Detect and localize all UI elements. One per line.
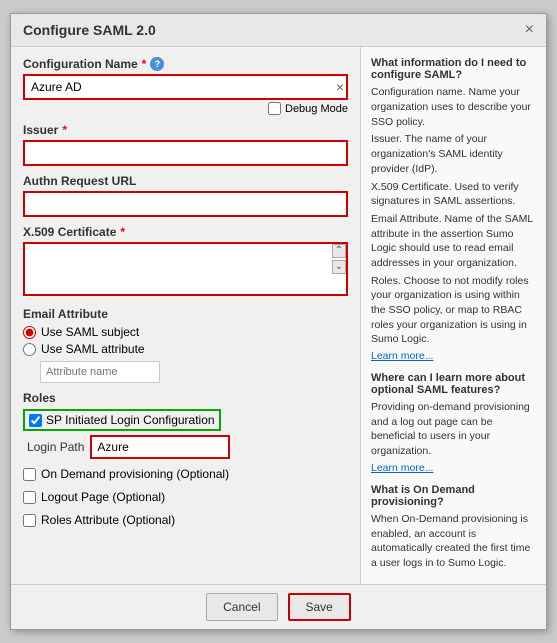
right-panel: What information do I need to configure …	[361, 47, 546, 583]
roles-label: Roles	[23, 391, 348, 405]
issuer-group: Issuer *	[23, 123, 348, 166]
sp-login-label: SP Initiated Login Configuration	[46, 413, 215, 427]
dialog-header: Configure SAML 2.0 ×	[11, 14, 546, 47]
info-icon[interactable]: ?	[150, 57, 164, 71]
clear-config-name-button[interactable]: ×	[336, 79, 344, 95]
config-name-label: Configuration Name * ?	[23, 57, 348, 71]
roles-attr-row: Roles Attribute (Optional)	[23, 513, 348, 527]
roles-section: Roles SP Initiated Login Configuration L…	[23, 391, 348, 459]
dialog-title: Configure SAML 2.0	[23, 22, 156, 38]
x509-cert-group: X.509 Certificate * ⌃ ⌄	[23, 225, 348, 299]
x509-help: X.509 Certificate. Used to verify signat…	[371, 180, 536, 209]
login-path-label: Login Path	[27, 440, 84, 454]
x509-textarea-wrapper: ⌃ ⌄	[23, 242, 348, 299]
logout-page-label: Logout Page (Optional)	[41, 490, 165, 504]
cancel-button[interactable]: Cancel	[206, 593, 277, 621]
required-indicator: *	[142, 57, 147, 71]
use-saml-attribute-radio[interactable]	[23, 343, 36, 356]
use-saml-subject-radio[interactable]	[23, 326, 36, 339]
roles-attr-label: Roles Attribute (Optional)	[41, 513, 175, 527]
on-demand-row: On Demand provisioning (Optional)	[23, 467, 348, 481]
login-path-row: Login Path	[27, 435, 348, 459]
issuer-help: Issuer. The name of your organization's …	[371, 132, 536, 176]
scroll-arrows: ⌃ ⌄	[332, 244, 346, 274]
required-indicator: *	[120, 225, 125, 239]
x509-cert-label: X.509 Certificate *	[23, 225, 348, 239]
scroll-down-arrow[interactable]: ⌄	[332, 260, 346, 274]
logout-page-checkbox[interactable]	[23, 491, 36, 504]
attribute-name-input[interactable]	[40, 361, 160, 383]
help-section1-title: What information do I need to configure …	[371, 57, 536, 81]
debug-mode-checkbox[interactable]	[268, 102, 281, 115]
authn-request-url-label: Authn Request URL	[23, 174, 348, 188]
learn-more-2-link[interactable]: Learn more...	[371, 462, 433, 474]
config-name-input[interactable]	[23, 74, 348, 100]
section2-text: Providing on-demand provisioning and a l…	[371, 400, 536, 459]
optional-checkboxes: On Demand provisioning (Optional) Logout…	[23, 467, 348, 531]
debug-mode-label: Debug Mode	[285, 103, 348, 115]
scroll-up-arrow[interactable]: ⌃	[332, 244, 346, 258]
issuer-label: Issuer *	[23, 123, 348, 137]
logout-page-row: Logout Page (Optional)	[23, 490, 348, 504]
required-indicator: *	[62, 123, 67, 137]
sp-login-checkbox[interactable]	[29, 414, 42, 427]
on-demand-label: On Demand provisioning (Optional)	[41, 467, 229, 481]
authn-request-url-input[interactable]	[23, 191, 348, 217]
configure-saml-dialog: Configure SAML 2.0 × Configuration Name …	[10, 13, 547, 629]
email-help: Email Attribute. Name of the SAML attrib…	[371, 212, 536, 271]
learn-more-1-link[interactable]: Learn more...	[371, 350, 433, 362]
sp-checkbox-wrapper: SP Initiated Login Configuration	[23, 409, 221, 431]
x509-cert-textarea[interactable]	[23, 242, 348, 296]
email-attr-label: Email Attribute	[23, 307, 348, 321]
help-section2-title: Where can I learn more about optional SA…	[371, 372, 536, 396]
config-name-help: Configuration name. Name your organizati…	[371, 85, 536, 129]
roles-help: Roles. Choose to not modify roles your o…	[371, 274, 536, 347]
config-name-group: Configuration Name * ? × Debug Mode	[23, 57, 348, 115]
dialog-body: Configuration Name * ? × Debug Mode Issu…	[11, 47, 546, 583]
use-saml-attribute-label: Use SAML attribute	[41, 342, 145, 356]
email-attr-radio-group: Use SAML subject Use SAML attribute	[23, 325, 348, 383]
use-saml-attribute-item: Use SAML attribute	[23, 342, 348, 356]
save-button[interactable]: Save	[288, 593, 351, 621]
authn-request-url-group: Authn Request URL	[23, 174, 348, 217]
roles-attr-checkbox[interactable]	[23, 514, 36, 527]
section3-text: When On-Demand provisioning is enabled, …	[371, 512, 536, 571]
config-name-input-wrapper: ×	[23, 74, 348, 100]
login-path-input[interactable]	[90, 435, 230, 459]
use-saml-subject-label: Use SAML subject	[41, 325, 139, 339]
email-attribute-section: Email Attribute Use SAML subject Use SAM…	[23, 307, 348, 383]
dialog-footer: Cancel Save	[11, 584, 546, 629]
sp-login-row: SP Initiated Login Configuration	[23, 409, 348, 431]
on-demand-checkbox[interactable]	[23, 468, 36, 481]
close-button[interactable]: ×	[525, 22, 534, 38]
issuer-input[interactable]	[23, 140, 348, 166]
left-panel: Configuration Name * ? × Debug Mode Issu…	[11, 47, 361, 583]
use-saml-subject-item: Use SAML subject	[23, 325, 348, 339]
help-section3-title: What is On Demand provisioning?	[371, 484, 536, 508]
debug-row: Debug Mode	[23, 102, 348, 115]
